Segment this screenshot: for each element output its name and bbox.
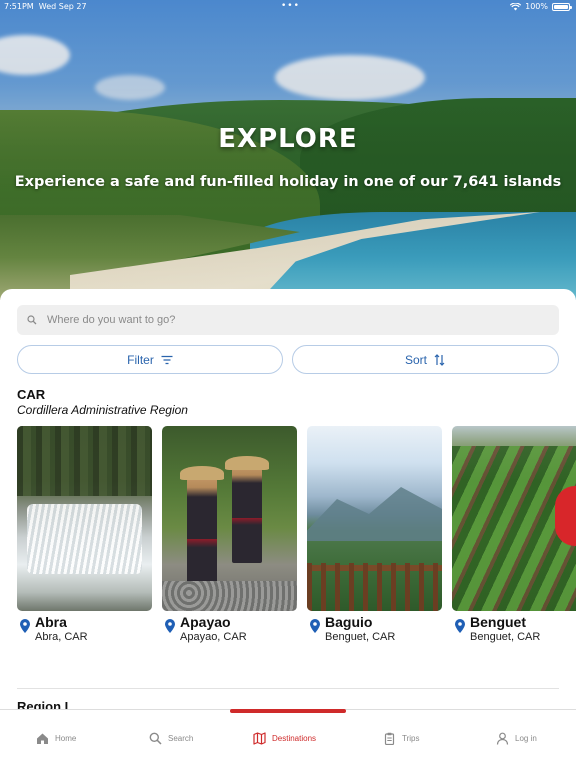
destination-photo — [307, 426, 442, 611]
search-bar[interactable] — [17, 305, 559, 335]
content-sheet: Filter Sort CAR Cordillera Administrativ… — [0, 289, 576, 709]
user-icon — [496, 732, 509, 745]
sort-button[interactable]: Sort — [292, 345, 559, 374]
multitask-dots-icon[interactable]: ••• — [281, 1, 300, 11]
destination-photo — [452, 426, 576, 611]
search-input[interactable] — [47, 314, 527, 326]
sort-button-label: Sort — [404, 352, 427, 367]
destination-location: Abra, CAR — [35, 631, 88, 643]
destination-location: Benguet, CAR — [325, 631, 396, 643]
sort-icon — [434, 353, 445, 366]
location-pin-icon — [455, 619, 465, 633]
search-icon — [27, 315, 37, 325]
status-date: Wed Sep 27 — [38, 2, 87, 11]
destination-card-benguet[interactable]: Benguet Benguet, CAR — [452, 426, 576, 651]
destination-photo — [17, 426, 152, 611]
hero-title: EXPLORE — [218, 124, 358, 154]
region-title: CAR — [17, 387, 46, 402]
destination-name: Abra — [35, 614, 67, 630]
destination-photo — [162, 426, 297, 611]
destination-name: Baguio — [325, 614, 373, 630]
tab-label: Log in — [515, 733, 537, 743]
status-bar: 7:51PM Wed Sep 27 ••• 100% — [0, 0, 576, 14]
map-icon — [253, 731, 266, 745]
battery-icon — [552, 2, 572, 11]
tab-label: Destinations — [272, 733, 317, 743]
region-title: Region I — [17, 699, 69, 709]
tab-trips[interactable]: Trips — [383, 728, 419, 748]
hero-subtitle: Experience a safe and fun-filled holiday… — [14, 174, 562, 190]
tab-home[interactable]: Home — [36, 728, 76, 748]
tab-label: Trips — [402, 733, 420, 743]
destination-name: Apayao — [180, 614, 231, 630]
tab-search[interactable]: Search — [149, 728, 193, 748]
destination-location: Apayao, CAR — [180, 631, 247, 643]
filter-button-label: Filter — [127, 352, 154, 367]
tab-bar: Home Search Destinations Trips Log in — [0, 709, 576, 768]
wifi-icon — [510, 2, 522, 10]
tab-destinations[interactable]: Destinations — [253, 728, 316, 748]
destination-card-baguio[interactable]: Baguio Benguet, CAR — [307, 426, 442, 651]
hero-banner: 7:51PM Wed Sep 27 ••• 100% EXPLORE Exper… — [0, 0, 576, 300]
active-tab-indicator — [230, 709, 346, 713]
location-pin-icon — [20, 619, 30, 633]
destination-location: Benguet, CAR — [470, 631, 541, 643]
filter-button[interactable]: Filter — [17, 345, 283, 374]
tab-label: Home — [55, 733, 77, 743]
status-right: 100% — [510, 2, 572, 11]
home-icon — [37, 733, 48, 744]
battery-percent: 100% — [525, 2, 548, 11]
section-divider — [17, 688, 559, 689]
tab-login[interactable]: Log in — [496, 728, 537, 748]
destination-carousel[interactable]: Abra Abra, CAR Apayao Apayao, CAR Baguio… — [17, 426, 576, 651]
status-time-value: 7:51PM — [4, 2, 34, 11]
tab-label: Search — [168, 733, 194, 743]
destination-card-apayao[interactable]: Apayao Apayao, CAR — [162, 426, 297, 651]
region-subtitle: Cordillera Administrative Region — [17, 403, 188, 417]
clipboard-icon — [384, 732, 395, 745]
filter-icon — [161, 355, 173, 364]
location-pin-icon — [310, 619, 320, 633]
search-icon — [149, 732, 162, 745]
status-time: 7:51PM Wed Sep 27 — [4, 2, 87, 11]
location-pin-icon — [165, 619, 175, 633]
destination-card-abra[interactable]: Abra Abra, CAR — [17, 426, 152, 651]
destination-name: Benguet — [470, 614, 526, 630]
